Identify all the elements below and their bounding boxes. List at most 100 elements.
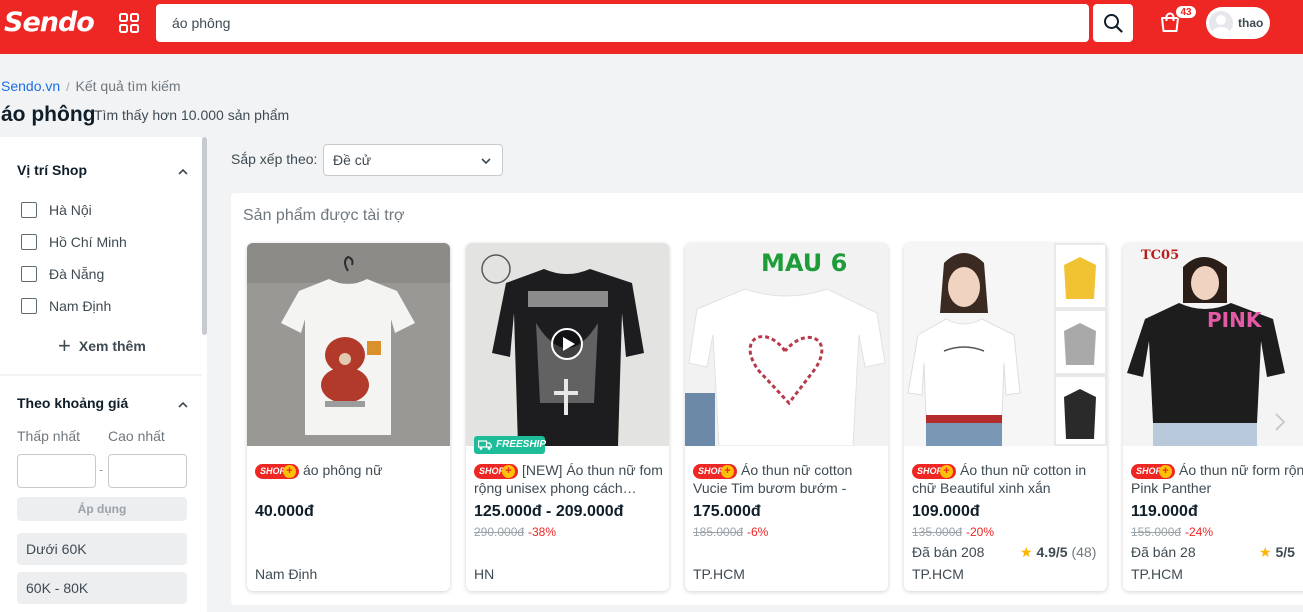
product-card[interactable]: SHOP + áo phông nữ 40.000đ Nam Định xyxy=(247,243,450,591)
product-name[interactable]: SHOP + áo phông nữ xyxy=(255,461,445,479)
truck-icon xyxy=(478,440,492,450)
checkbox[interactable] xyxy=(21,298,37,314)
product-name[interactable]: SHOP + Áo thun nữ form rộng Pink Panther xyxy=(1131,461,1303,497)
see-more-button[interactable]: + Xem thêm xyxy=(58,333,146,358)
chevron-up-icon[interactable] xyxy=(177,399,189,411)
min-price-input[interactable] xyxy=(17,454,96,488)
sold-count: Đã bán 28 xyxy=(1131,544,1196,560)
breadcrumb: Sendo.vn / Kết quả tìm kiếm xyxy=(1,78,181,94)
shop-plus-badge: SHOP + xyxy=(693,464,737,479)
image-code: TC05 xyxy=(1141,248,1179,263)
sort-dropdown[interactable]: Đề cử xyxy=(323,144,503,176)
product-location: TP.HCM xyxy=(693,566,745,582)
shop-plus-badge: SHOP + xyxy=(912,464,956,479)
product-old-price: 135.000đ xyxy=(912,525,963,539)
checkbox-label: Đà Nẵng xyxy=(49,266,105,282)
checkbox[interactable] xyxy=(21,234,37,250)
shop-plus-badge: SHOP + xyxy=(474,464,518,479)
breadcrumb-current: Kết quả tìm kiếm xyxy=(75,78,181,94)
search-input[interactable] xyxy=(156,4,1089,42)
freeship-badge: FREESHIP xyxy=(474,436,546,454)
product-old-price: 290.000đ xyxy=(474,525,525,539)
location-option-namdinh[interactable]: Nam Định xyxy=(21,296,111,316)
sendo-logo[interactable]: Sendo xyxy=(4,7,95,38)
product-price: 125.000đ - 209.000đ xyxy=(474,503,624,520)
image-print-text: PINK xyxy=(1207,308,1263,332)
product-old-price: 155.000đ xyxy=(1131,525,1182,539)
category-grid-icon[interactable] xyxy=(118,12,140,34)
sponsored-title: Sản phẩm được tài trợ xyxy=(243,207,405,224)
checkbox-label: Hồ Chí Minh xyxy=(49,234,127,250)
product-image[interactable]: MAU 6 xyxy=(685,243,888,446)
sold-count: Đã bán 208 xyxy=(912,544,985,560)
price-dash: - xyxy=(99,462,104,477)
search-button[interactable] xyxy=(1093,4,1133,42)
product-card[interactable]: SHOP + Áo thun nữ cotton in chữ Beautiful … xyxy=(904,243,1107,591)
search-box xyxy=(156,4,1089,42)
product-discount: -6% xyxy=(747,525,769,539)
price-range-under-60k[interactable]: Dưới 60K xyxy=(17,533,187,565)
product-rating: ★ 4.9/5 (48) xyxy=(1020,544,1097,560)
page-title: áo phông xyxy=(1,103,96,126)
product-price: 119.000đ xyxy=(1131,503,1198,520)
user-name: thao xyxy=(1238,16,1264,30)
avatar xyxy=(1209,11,1233,35)
breadcrumb-separator: / xyxy=(66,80,70,94)
see-more-label: Xem thêm xyxy=(78,338,146,354)
product-card[interactable]: MAU 6 SHOP + Áo thun nữ cotton Vucie Tim b… xyxy=(685,243,888,591)
checkbox-label: Nam Định xyxy=(49,298,112,314)
product-location: TP.HCM xyxy=(912,566,964,582)
product-name[interactable]: SHOP + Áo thun nữ cotton Vucie Tim bươm bư… xyxy=(693,461,883,497)
play-video-icon[interactable] xyxy=(550,327,584,361)
location-option-danang[interactable]: Đà Nẵng xyxy=(21,264,104,284)
price-range-60k-80k[interactable]: 60K - 80K xyxy=(17,572,187,604)
chevron-up-icon[interactable] xyxy=(177,166,189,178)
product-rating: ★ 5/5 xyxy=(1259,544,1295,560)
checkbox[interactable] xyxy=(21,202,37,218)
product-name[interactable]: SHOP + Áo thun nữ cotton in chữ Beautiful … xyxy=(912,461,1102,497)
user-menu[interactable]: thao xyxy=(1206,7,1270,39)
product-location: Nam Định xyxy=(255,566,318,582)
cart-count-badge: 43 xyxy=(1175,5,1197,19)
search-icon xyxy=(1104,14,1123,33)
image-caption: MAU 6 xyxy=(761,249,847,277)
result-count: Tìm thấy hơn 10.000 sản phẩm xyxy=(94,107,290,123)
filter-title-location[interactable]: Vị trí Shop xyxy=(17,162,87,178)
product-image[interactable] xyxy=(904,243,1107,446)
plus-icon: + xyxy=(58,333,71,358)
checkbox[interactable] xyxy=(21,266,37,282)
checkbox-label: Hà Nội xyxy=(49,202,92,218)
sidebar-scrollbar[interactable] xyxy=(202,137,207,335)
top-header: Sendo 43 thao xyxy=(0,0,1303,54)
product-card[interactable]: FREESHIP SHOP + [NEW] Áo thun nữ fom rộng … xyxy=(466,243,669,591)
product-discount: -24% xyxy=(1185,525,1214,539)
shop-plus-badge: SHOP + xyxy=(1131,464,1175,479)
avatar-icon xyxy=(1211,15,1231,35)
product-location: TP.HCM xyxy=(1131,566,1183,582)
star-icon: ★ xyxy=(1259,544,1272,560)
product-location: HN xyxy=(474,566,495,582)
product-price: 109.000đ xyxy=(912,503,980,520)
location-option-hanoi[interactable]: Hà Nội xyxy=(21,200,92,220)
product-name[interactable]: SHOP + [NEW] Áo thun nữ fom rộng unisex ph… xyxy=(474,461,664,497)
breadcrumb-home-link[interactable]: Sendo.vn xyxy=(1,78,60,94)
product-discount: -38% xyxy=(528,525,557,539)
product-price: 175.000đ xyxy=(693,503,761,520)
location-option-hcm[interactable]: Hồ Chí Minh xyxy=(21,232,127,252)
product-price: 40.000đ xyxy=(255,503,314,520)
sort-label: Sắp xếp theo: xyxy=(231,151,318,167)
max-price-label: Cao nhất xyxy=(108,428,165,444)
min-price-label: Thấp nhất xyxy=(17,428,81,444)
chevron-down-icon xyxy=(481,158,491,165)
carousel-next-icon[interactable] xyxy=(1270,408,1290,436)
apply-price-button[interactable]: Áp dụng xyxy=(17,497,187,521)
sort-value: Đề cử xyxy=(333,152,372,168)
product-discount: -20% xyxy=(966,525,995,539)
star-icon: ★ xyxy=(1020,544,1033,560)
product-old-price: 185.000đ xyxy=(693,525,744,539)
shop-plus-badge: SHOP + xyxy=(255,464,299,479)
product-image[interactable] xyxy=(247,243,450,446)
max-price-input[interactable] xyxy=(108,454,187,488)
filter-title-price[interactable]: Theo khoảng giá xyxy=(17,395,128,411)
sidebar-divider xyxy=(0,374,202,376)
